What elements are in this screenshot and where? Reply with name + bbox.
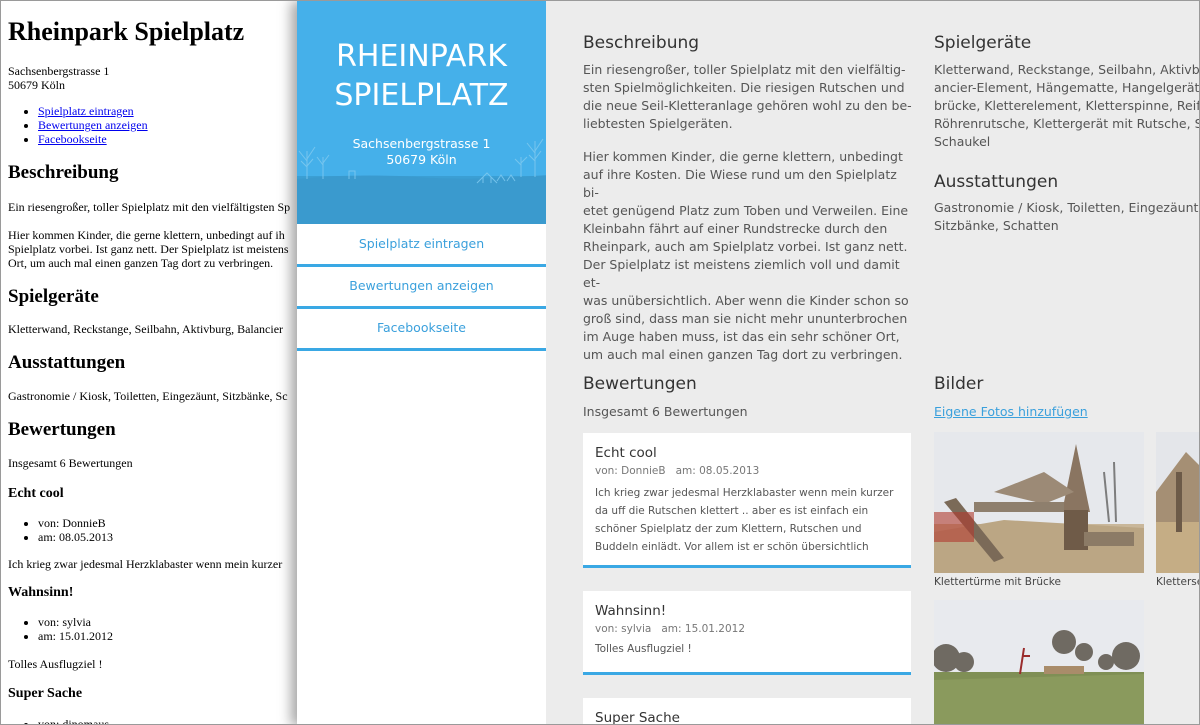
plain-review-meta: von: sylvia am: 15.01.2012 — [1, 615, 113, 643]
plain-ausstattungen-text: Gastronomie / Kiosk, Toiletten, Eingezäu… — [8, 389, 288, 403]
plain-heading-bewertungen: Bewertungen — [8, 419, 116, 440]
plain-beschreibung-p1: Ein riesengroßer, toller Spielplatz mit … — [8, 200, 291, 214]
plain-beschreibung-p2-line: Ort, um auch mal einen ganzen Tag dort z… — [8, 256, 274, 270]
review-title: Wahnsinn! — [595, 603, 667, 619]
heading-beschreibung: Beschreibung — [583, 33, 700, 53]
plain-link-item: Facebookseite — [38, 132, 148, 146]
review-title: Super Sache — [595, 710, 680, 725]
plain-review-date: am: 08.05.2013 — [38, 530, 113, 544]
photo-thumbnail[interactable] — [934, 600, 1144, 724]
plain-link-facebookseite[interactable]: Facebookseite — [38, 132, 107, 146]
review-title: Echt cool — [595, 445, 657, 461]
park-meadow-image — [934, 600, 1144, 724]
plain-review-author: von: sylvia — [38, 615, 113, 629]
plain-address-city: 50679 Köln — [8, 78, 65, 92]
hero-title-line: SPIELPLATZ — [334, 78, 509, 113]
review-author: von: DonnieB — [595, 465, 666, 477]
plain-review-title: Wahnsinn! — [8, 585, 74, 600]
plain-address-street: Sachsenbergstrasse 1 — [8, 64, 110, 78]
review-text: Tolles Ausflugziel ! — [595, 643, 692, 655]
plain-review-author: von: DonnieB — [38, 516, 113, 530]
plain-bewertungen-count: Insgesamt 6 Bewertungen — [8, 456, 133, 470]
plain-review-author: von: dinomaus — [38, 717, 109, 724]
review-date: am: 15.01.2012 — [661, 623, 746, 635]
plain-link-item: Bewertungen anzeigen — [38, 118, 148, 132]
spielgeraete-text: Kletterwand, Reckstange, Seilbahn, Aktiv… — [934, 62, 1200, 149]
review-card[interactable]: Wahnsinn! von: sylvia am: 15.01.2012 Tol… — [583, 591, 911, 675]
heading-bilder: Bilder — [934, 374, 984, 394]
nav-facebookseite[interactable]: Facebookseite — [297, 308, 546, 351]
plain-heading-spielgeraete: Spielgeräte — [8, 286, 99, 307]
photo-caption: Kletterse — [1156, 576, 1200, 588]
plain-review-text: Tolles Ausflugziel ! — [8, 657, 103, 671]
plain-link-list: Spielplatz eintragen Bewertungen anzeige… — [1, 104, 148, 146]
hero-address: Sachsenbergstrasse 1 50679 Köln — [297, 136, 546, 168]
plain-spielgeraete-text: Kletterwand, Reckstange, Seilbahn, Aktiv… — [8, 322, 284, 336]
review-card[interactable]: Super Sache — [583, 698, 911, 725]
plain-beschreibung-p2-line: Spielplatz vorbei. Ist ganz nett. Der Sp… — [8, 242, 289, 256]
photo-caption: Klettertürme mit Brücke — [934, 576, 1061, 588]
hero-title: RHEINPARK SPIELPLATZ — [297, 37, 546, 115]
plain-review-date: am: 15.01.2012 — [38, 629, 113, 643]
heading-ausstattungen: Ausstattungen — [934, 172, 1059, 192]
plain-review-meta: von: DonnieB am: 08.05.2013 — [1, 516, 113, 544]
beschreibung-paragraph-2: Hier kommen Kinder, die gerne klettern, … — [583, 149, 909, 362]
photo-thumbnail[interactable] — [934, 432, 1144, 573]
climbing-tower-image — [934, 432, 1144, 573]
plain-link-spielplatz-eintragen[interactable]: Spielplatz eintragen — [38, 104, 134, 118]
plain-review-text: Ich krieg zwar jedesmal Herzklabaster we… — [8, 557, 283, 571]
plain-beschreibung-p2-line: Hier kommen Kinder, die gerne klettern, … — [8, 228, 285, 242]
review-author: von: sylvia — [595, 623, 652, 635]
review-card[interactable]: Echt cool von: DonnieB am: 08.05.2013 Ic… — [583, 433, 911, 568]
review-meta: von: sylvia am: 15.01.2012 — [595, 623, 745, 635]
nav-spielplatz-eintragen[interactable]: Spielplatz eintragen — [297, 224, 546, 267]
plain-heading-ausstattungen: Ausstattungen — [8, 352, 126, 373]
heading-bewertungen: Bewertungen — [583, 374, 697, 394]
review-date: am: 08.05.2013 — [675, 465, 760, 477]
plain-review-meta: von: dinomaus — [1, 717, 109, 724]
climbing-net-image — [1156, 432, 1199, 573]
plain-link-bewertungen-anzeigen[interactable]: Bewertungen anzeigen — [38, 118, 148, 132]
hero-banner: RHEINPARK SPIELPLATZ Sachsenbergstrasse … — [297, 1, 546, 224]
sidebar: RHEINPARK SPIELPLATZ Sachsenbergstrasse … — [297, 1, 546, 724]
plain-heading-beschreibung: Beschreibung — [8, 162, 119, 183]
hero-title-line: RHEINPARK — [336, 39, 507, 74]
main-content: Beschreibung Ein riesengroßer, toller Sp… — [546, 1, 1200, 725]
review-text: Ich krieg zwar jedesmal Herzklabaster we… — [595, 487, 894, 553]
plain-review-title: Super Sache — [8, 686, 83, 701]
hero-address-city: 50679 Köln — [386, 152, 457, 167]
nav-bewertungen-anzeigen[interactable]: Bewertungen anzeigen — [297, 266, 546, 309]
plain-page-title: Rheinpark Spielplatz — [8, 17, 245, 46]
photo-thumbnail[interactable] — [1156, 432, 1199, 573]
review-meta: von: DonnieB am: 08.05.2013 — [595, 465, 759, 477]
plain-review-title: Echt cool — [8, 486, 64, 501]
hero-address-street: Sachsenbergstrasse 1 — [352, 136, 491, 151]
ausstattungen-text: Gastronomie / Kiosk, Toiletten, Eingezäu… — [934, 200, 1200, 233]
browser-viewport: Rheinpark Spielplatz Sachsenbergstrasse … — [0, 0, 1200, 725]
heading-spielgeraete: Spielgeräte — [934, 33, 1032, 53]
bewertungen-count: Insgesamt 6 Bewertungen — [583, 404, 748, 419]
plain-link-item: Spielplatz eintragen — [38, 104, 148, 118]
beschreibung-paragraph-1: Ein riesengroßer, toller Spielplatz mit … — [583, 62, 912, 131]
add-photos-link[interactable]: Eigene Fotos hinzufügen — [934, 404, 1088, 419]
